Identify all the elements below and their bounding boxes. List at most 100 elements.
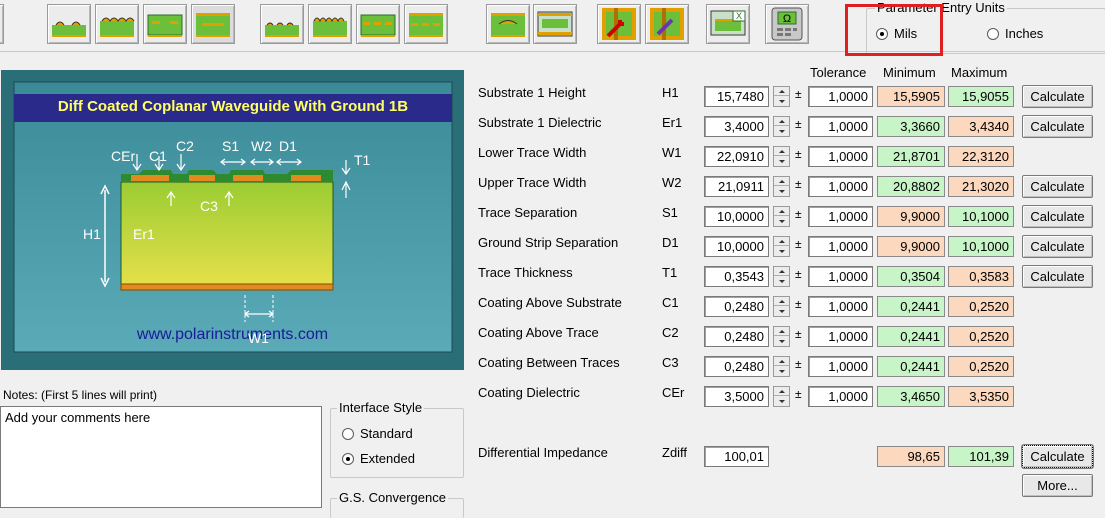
plus-minus-symbol: ±	[795, 357, 802, 371]
spin-up-icon[interactable]	[774, 327, 789, 336]
spin-up-icon[interactable]	[774, 177, 789, 186]
param-symbol: Er1	[662, 115, 683, 130]
spin-up-icon[interactable]	[774, 207, 789, 216]
param-tolerance-input[interactable]: 1,0000	[808, 266, 873, 287]
param-calculate-button[interactable]: Calculate	[1022, 85, 1093, 108]
param-value-input[interactable]: 0,2480	[704, 326, 769, 347]
param-calculate-button[interactable]: Calculate	[1022, 175, 1093, 198]
extended-radio-dot[interactable]	[342, 452, 354, 465]
param-tolerance-input[interactable]: 1,0000	[808, 356, 873, 377]
param-value-input[interactable]: 21,0911	[704, 176, 769, 197]
param-value-input[interactable]: 0,2480	[704, 296, 769, 317]
extended-radio[interactable]: Extended	[342, 451, 415, 466]
param-calculate-button[interactable]: Calculate	[1022, 205, 1093, 228]
param-spinner[interactable]	[773, 296, 790, 317]
param-spinner[interactable]	[773, 86, 790, 107]
param-min-value: 0,2441	[877, 326, 945, 347]
param-max-value: 10,1000	[948, 206, 1014, 227]
goal-seek-button[interactable]: Ω	[765, 4, 809, 44]
param-spinner[interactable]	[773, 176, 790, 197]
param-value-input[interactable]: 0,3543	[704, 266, 769, 287]
spin-up-icon[interactable]	[774, 387, 789, 396]
spin-up-icon[interactable]	[774, 87, 789, 96]
param-calculate-button[interactable]: Calculate	[1022, 115, 1093, 138]
param-tolerance-input[interactable]: 1,0000	[808, 236, 873, 257]
spin-down-icon[interactable]	[774, 97, 789, 106]
param-value-input[interactable]: 15,7480	[704, 86, 769, 107]
spin-down-icon[interactable]	[774, 247, 789, 256]
lossy-calc-button[interactable]	[597, 4, 641, 44]
param-spinner[interactable]	[773, 386, 790, 407]
impedance-calculate-button[interactable]: Calculate	[1021, 444, 1094, 469]
spin-down-icon[interactable]	[774, 157, 789, 166]
more-button[interactable]: More...	[1022, 474, 1093, 497]
inches-label: Inches	[1005, 26, 1044, 41]
param-value-input[interactable]: 0,2480	[704, 356, 769, 377]
param-spinner[interactable]	[773, 266, 790, 287]
edge-coupled-button[interactable]	[0, 4, 4, 44]
export-table-button[interactable]: X	[706, 4, 750, 44]
param-tolerance-input[interactable]: 1,0000	[808, 176, 873, 197]
param-calculate-button[interactable]: Calculate	[1022, 265, 1093, 288]
goal-seek-icon: Ω	[771, 7, 803, 41]
param-spinner[interactable]	[773, 236, 790, 257]
diagram-svg	[13, 81, 453, 353]
param-value-input[interactable]: 10,0000	[704, 236, 769, 257]
param-calculate-button[interactable]: Calculate	[1022, 235, 1093, 258]
spin-up-icon[interactable]	[774, 147, 789, 156]
param-tolerance-input[interactable]: 1,0000	[808, 146, 873, 167]
spin-up-icon[interactable]	[774, 267, 789, 276]
param-value-input[interactable]: 22,0910	[704, 146, 769, 167]
label-er1: Er1	[133, 226, 155, 242]
impedance-value[interactable]: 100,01	[704, 446, 769, 467]
coated-coplanar-button[interactable]	[260, 4, 304, 44]
inches-radio[interactable]: Inches	[987, 26, 1043, 41]
offset-stripline-button[interactable]	[143, 4, 187, 44]
param-spinner[interactable]	[773, 146, 790, 167]
spin-down-icon[interactable]	[774, 127, 789, 136]
spin-down-icon[interactable]	[774, 397, 789, 406]
spin-down-icon[interactable]	[774, 337, 789, 346]
spin-up-icon[interactable]	[774, 297, 789, 306]
spin-down-icon[interactable]	[774, 307, 789, 316]
param-spinner[interactable]	[773, 206, 790, 227]
spin-up-icon[interactable]	[774, 237, 789, 246]
param-label: Trace Thickness	[478, 265, 573, 280]
param-value-input[interactable]: 10,0000	[704, 206, 769, 227]
embedded-coplanar-button[interactable]	[308, 4, 352, 44]
param-tolerance-input[interactable]: 1,0000	[808, 326, 873, 347]
param-min-value: 3,4650	[877, 386, 945, 407]
param-tolerance-input[interactable]: 1,0000	[808, 296, 873, 317]
broadside-stripline-button[interactable]	[404, 4, 448, 44]
spin-up-icon[interactable]	[774, 117, 789, 126]
inches-radio-dot[interactable]	[987, 27, 999, 40]
notes-textarea[interactable]: Add your comments here	[0, 406, 322, 508]
lossless-calc-button[interactable]	[533, 4, 577, 44]
standard-radio-dot[interactable]	[342, 427, 354, 440]
param-spinner[interactable]	[773, 116, 790, 137]
spin-down-icon[interactable]	[774, 187, 789, 196]
param-tolerance-input[interactable]: 1,0000	[808, 86, 873, 107]
param-max-value: 0,2520	[948, 296, 1014, 317]
embedded-microstrip-button[interactable]	[95, 4, 139, 44]
param-tolerance-input[interactable]: 1,0000	[808, 206, 873, 227]
spin-down-icon[interactable]	[774, 277, 789, 286]
spin-down-icon[interactable]	[774, 367, 789, 376]
export-excel-button[interactable]	[645, 4, 689, 44]
param-value-input[interactable]: 3,5000	[704, 386, 769, 407]
surface-coplanar-button[interactable]	[191, 4, 235, 44]
param-value-input[interactable]: 3,4000	[704, 116, 769, 137]
coplanar-ground-button[interactable]	[356, 4, 400, 44]
param-tolerance-input[interactable]: 1,0000	[808, 116, 873, 137]
spin-up-icon[interactable]	[774, 357, 789, 366]
dual-stripline-button[interactable]	[486, 4, 530, 44]
coated-microstrip-button[interactable]	[47, 4, 91, 44]
param-spinner[interactable]	[773, 356, 790, 377]
param-min-value: 3,3660	[877, 116, 945, 137]
label-s1: S1	[222, 138, 240, 154]
param-spinner[interactable]	[773, 326, 790, 347]
param-tolerance-input[interactable]: 1,0000	[808, 386, 873, 407]
spin-down-icon[interactable]	[774, 217, 789, 226]
standard-radio[interactable]: Standard	[342, 426, 413, 441]
param-min-value: 9,9000	[877, 236, 945, 257]
